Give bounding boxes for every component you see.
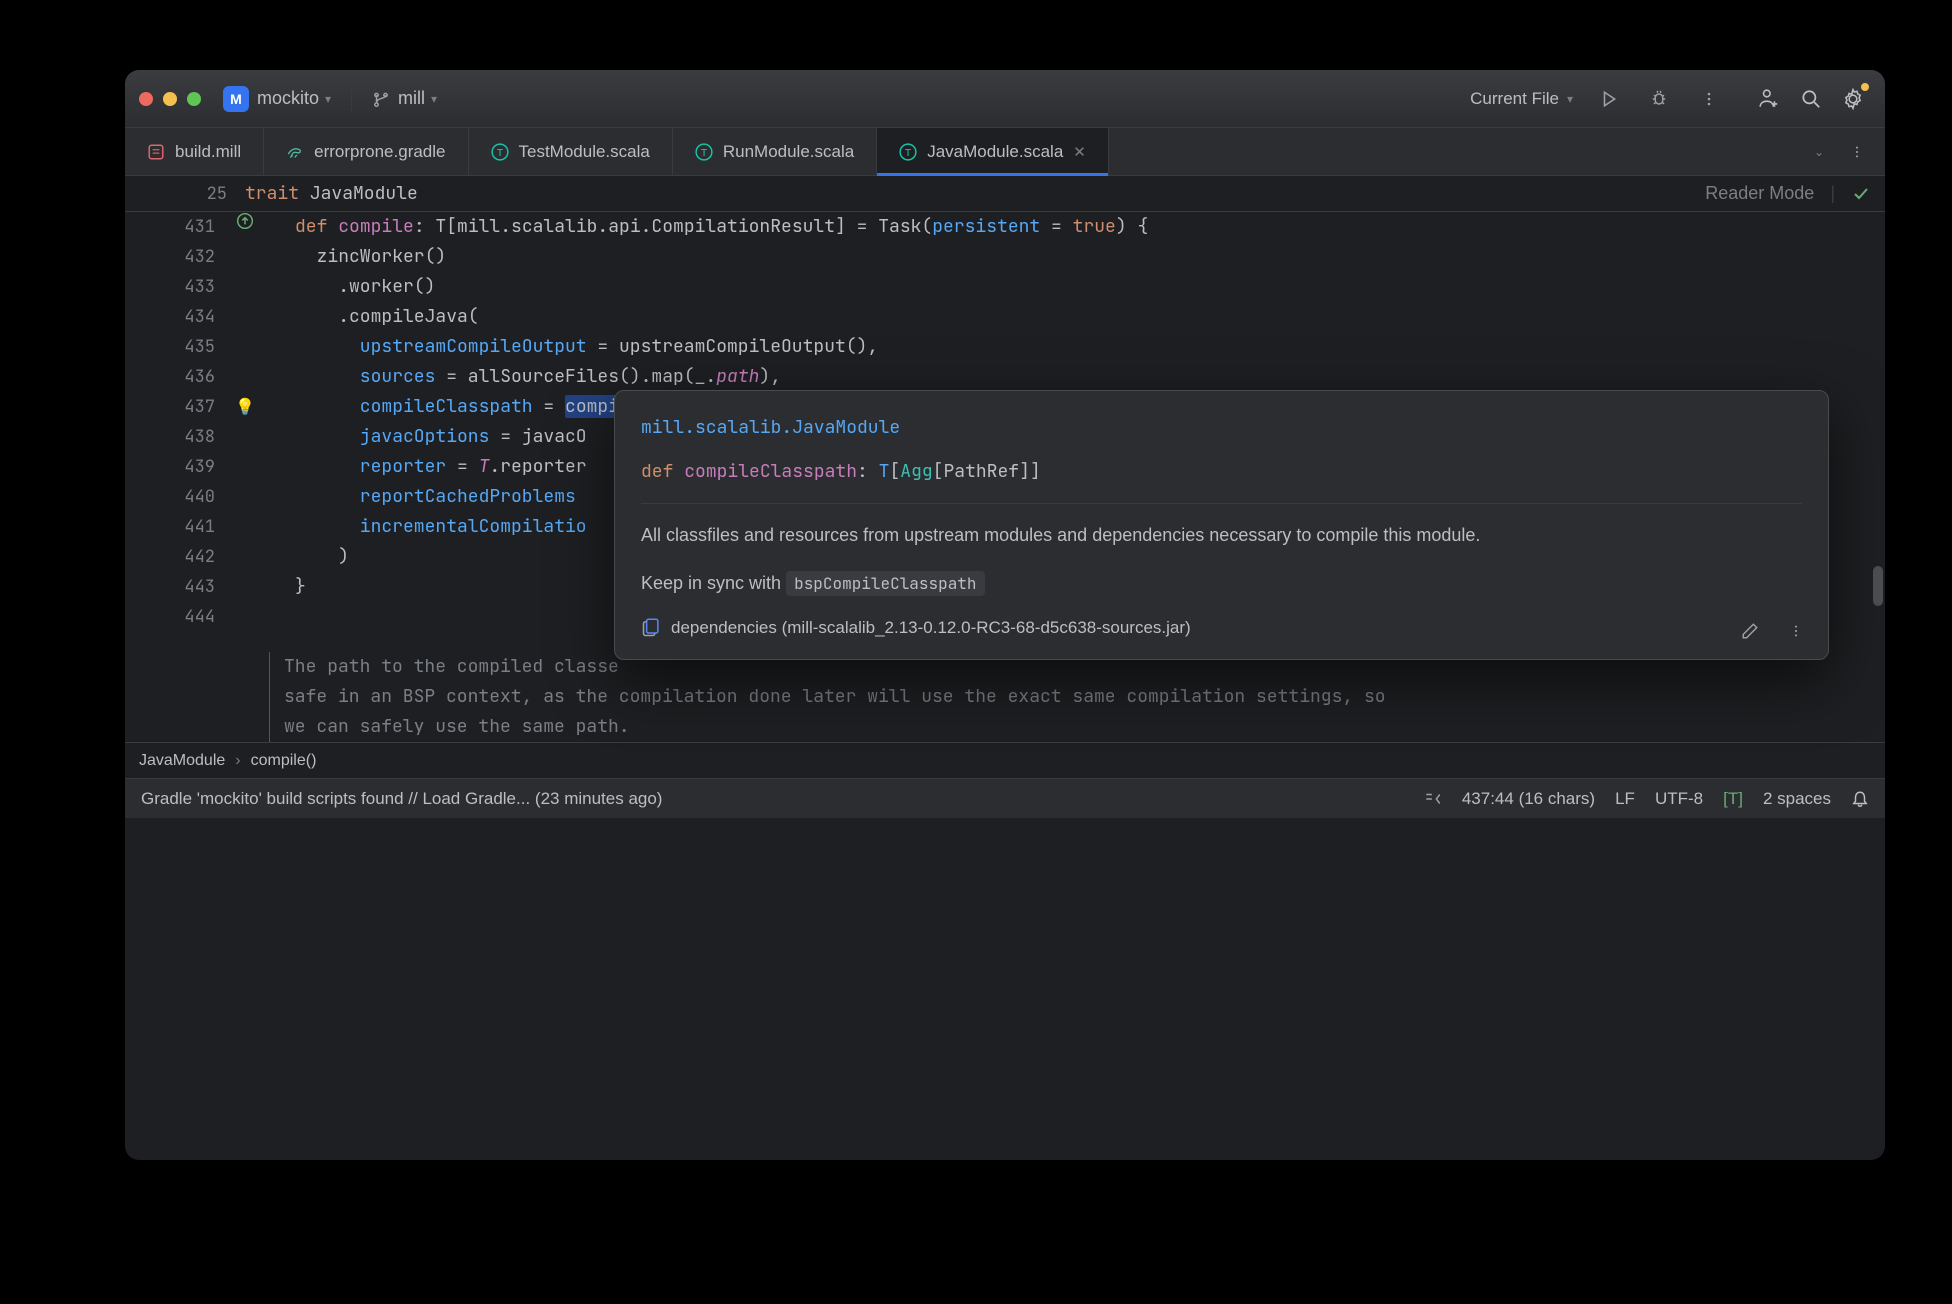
more-actions-button[interactable] xyxy=(1695,85,1723,113)
titlebar: M mockito ▾ mill ▾ Current File ▾ xyxy=(125,70,1885,128)
gradle-icon xyxy=(286,143,304,161)
bell-icon xyxy=(1851,790,1869,808)
quick-doc-popup: mill.scalalib.JavaModule def compileClas… xyxy=(614,390,1829,660)
tab-errorprone-gradle[interactable]: errorprone.gradle xyxy=(264,128,468,175)
person-add-icon xyxy=(1758,88,1780,110)
window-maximize-button[interactable] xyxy=(187,92,201,106)
run-config-selector[interactable]: Current File ▾ xyxy=(1470,89,1573,109)
keyword: trait xyxy=(245,182,299,205)
notifications-button[interactable] xyxy=(1851,790,1869,808)
svg-text:T: T xyxy=(701,147,707,158)
run-config-name: Current File xyxy=(1470,89,1559,109)
status-message[interactable]: Gradle 'mockito' build scripts found // … xyxy=(141,789,662,809)
jar-source-icon xyxy=(641,618,661,638)
breadcrumb-segment[interactable]: compile() xyxy=(251,752,317,770)
tab-label: TestModule.scala xyxy=(519,142,650,162)
scala-trait-icon: T xyxy=(491,143,509,161)
tab-label: build.mill xyxy=(175,142,241,162)
bug-icon xyxy=(1649,89,1669,109)
update-available-dot xyxy=(1861,83,1869,91)
override-gutter-icon[interactable] xyxy=(236,212,254,230)
branch-selector[interactable]: mill ▾ xyxy=(372,88,437,109)
file-encoding[interactable]: UTF-8 xyxy=(1655,789,1703,809)
doc-sync-note: Keep in sync with bspCompileClasspath xyxy=(641,568,1802,599)
git-branch-icon xyxy=(372,90,390,108)
tabs-dropdown-button[interactable]: ⌄ xyxy=(1805,138,1833,166)
scrollbar-thumb[interactable] xyxy=(1873,566,1883,606)
code-with-me-button[interactable] xyxy=(1755,85,1783,113)
indent-visualizer-button[interactable] xyxy=(1424,790,1442,808)
search-icon xyxy=(1800,88,1822,110)
chevron-down-icon: ▾ xyxy=(325,92,331,106)
typed-handler-badge[interactable]: [T] xyxy=(1723,789,1743,809)
separator xyxy=(351,87,352,111)
tab-build-mill[interactable]: build.mill xyxy=(125,128,264,175)
window-minimize-button[interactable] xyxy=(163,92,177,106)
tab-testmodule[interactable]: T TestModule.scala xyxy=(469,128,673,175)
svg-text:T: T xyxy=(905,147,911,158)
chevron-down-icon: ▾ xyxy=(431,92,437,106)
dots-vertical-icon xyxy=(1701,91,1717,107)
doc-description: All classfiles and resources from upstre… xyxy=(641,520,1802,550)
dots-vertical-icon xyxy=(1850,145,1864,159)
project-selector[interactable]: M mockito ▾ xyxy=(223,86,331,112)
status-bar: Gradle 'mockito' build scripts found // … xyxy=(125,778,1885,818)
indent-icon xyxy=(1424,790,1442,808)
play-icon xyxy=(1600,90,1618,108)
signature: def compileClasspath: T[Agg[PathRef]] xyxy=(641,457,1802,487)
edit-source-button[interactable] xyxy=(1736,617,1764,645)
editor-tabs: build.mill errorprone.gradle T TestModul… xyxy=(125,128,1885,176)
popup-more-button[interactable] xyxy=(1782,617,1810,645)
run-button[interactable] xyxy=(1595,85,1623,113)
chevron-down-icon: ▾ xyxy=(1567,92,1573,106)
svg-text:T: T xyxy=(496,147,502,158)
qualifier: mill.scalalib.JavaModule xyxy=(641,413,1802,443)
gear-icon xyxy=(1842,88,1864,110)
tab-runmodule[interactable]: T RunModule.scala xyxy=(673,128,877,175)
project-badge-icon: M xyxy=(223,86,249,112)
line-number: 431 xyxy=(125,212,225,242)
chevron-down-icon: ⌄ xyxy=(1814,145,1824,159)
source-location[interactable]: dependencies (mill-scalalib_2.13-0.12.0-… xyxy=(671,613,1191,643)
tab-label: JavaModule.scala xyxy=(927,142,1063,162)
pencil-icon xyxy=(1741,622,1759,640)
type-name: JavaModule xyxy=(310,182,418,205)
breadcrumb-segment[interactable]: JavaModule xyxy=(139,752,225,770)
project-name: mockito xyxy=(257,88,319,109)
search-button[interactable] xyxy=(1797,85,1825,113)
sticky-line-number: 25 xyxy=(125,183,245,205)
inspection-ok-icon[interactable] xyxy=(1851,184,1871,204)
debug-button[interactable] xyxy=(1645,85,1673,113)
caret-position[interactable]: 437:44 (16 chars) xyxy=(1462,789,1595,809)
intention-bulb-icon[interactable]: 💡 xyxy=(235,392,255,422)
scala-trait-icon: T xyxy=(899,143,917,161)
sticky-context[interactable]: 25 trait JavaModule Reader Mode | xyxy=(125,176,1885,212)
tab-javamodule[interactable]: T JavaModule.scala ✕ xyxy=(877,128,1109,175)
close-tab-button[interactable]: ✕ xyxy=(1073,143,1086,161)
tab-label: errorprone.gradle xyxy=(314,142,445,162)
window-controls xyxy=(139,92,201,106)
scala-trait-icon: T xyxy=(695,143,713,161)
dots-vertical-icon xyxy=(1789,624,1803,638)
tab-label: RunModule.scala xyxy=(723,142,854,162)
indent-setting[interactable]: 2 spaces xyxy=(1763,789,1831,809)
tabs-more-button[interactable] xyxy=(1843,138,1871,166)
linked-symbol-chip[interactable]: bspCompileClasspath xyxy=(786,571,984,596)
branch-name: mill xyxy=(398,88,425,109)
settings-button[interactable] xyxy=(1839,85,1867,113)
file-icon xyxy=(147,143,165,161)
reader-mode-label[interactable]: Reader Mode xyxy=(1705,183,1814,204)
breadcrumb[interactable]: JavaModule › compile() xyxy=(125,742,1885,778)
window-close-button[interactable] xyxy=(139,92,153,106)
line-separator[interactable]: LF xyxy=(1615,789,1635,809)
